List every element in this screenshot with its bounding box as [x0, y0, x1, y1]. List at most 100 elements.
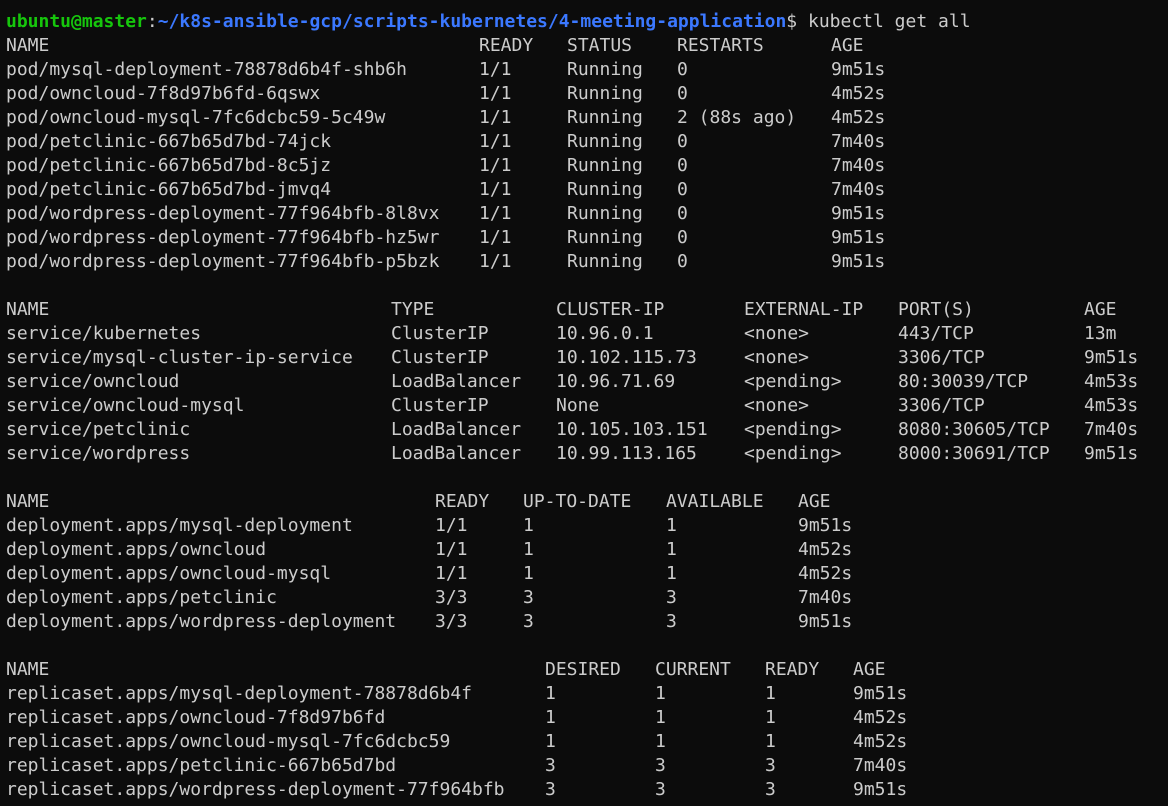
services-cell: ClusterIP — [391, 395, 489, 416]
services-cell: 9m51s — [1084, 443, 1139, 464]
deployments-cell: deployment.apps/wordpress-deployment — [6, 611, 397, 632]
replicasets-cell: replicaset.apps/owncloud-7f8d97b6fd — [6, 707, 386, 728]
replicasets-cell: 3 — [545, 779, 556, 800]
deployments-cell: 3 — [523, 611, 534, 632]
services-column-header: EXTERNAL-IP — [744, 299, 864, 320]
deployments-cell: 1 — [523, 515, 534, 536]
pods-row: pod/wordpress-deployment-77f964bfb-hz5wr… — [6, 226, 1168, 250]
deployments-cell: 9m51s — [798, 611, 853, 632]
replicasets-cell: 1 — [655, 707, 666, 728]
replicasets-row: replicaset.apps/owncloud-7f8d97b6fd 1 1 1 4m… — [6, 706, 1168, 730]
replicasets-column-header: AGE — [853, 659, 886, 680]
pods-cell: pod/wordpress-deployment-77f964bfb-p5bzk — [6, 251, 440, 272]
prompt-separator: : — [146, 11, 158, 32]
services-cell: service/wordpress — [6, 443, 191, 464]
prompt-host: master — [81, 11, 147, 32]
deployments-column-header: AGE — [798, 491, 831, 512]
services-cell: 9m51s — [1084, 347, 1139, 368]
services-cell: ClusterIP — [391, 347, 489, 368]
pods-cell: 9m51s — [831, 59, 886, 80]
services-row: service/petclinic LoadBalancer 10.105.103.… — [6, 418, 1168, 442]
pods-cell: 1/1 — [479, 155, 512, 176]
deployments-cell: deployment.apps/petclinic — [6, 587, 277, 608]
replicasets-cell: replicaset.apps/owncloud-mysql-7fc6dcbc5… — [6, 731, 451, 752]
deployments-cell: 3/3 — [435, 611, 468, 632]
replicasets-row: replicaset.apps/mysql-deployment-78878d6… — [6, 682, 1168, 706]
pods-cell: 9m51s — [831, 203, 886, 224]
deployments-cell: 1 — [523, 563, 534, 584]
services-cell: service/mysql-cluster-ip-service — [6, 347, 353, 368]
services-cell: 10.102.115.73 — [556, 347, 697, 368]
replicasets-cell: 3 — [655, 779, 666, 800]
deployments-cell: 3 — [666, 611, 677, 632]
pods-cell: Running — [567, 179, 643, 200]
pods-cell: 1/1 — [479, 59, 512, 80]
services-header-row: NAME TYPE CLUSTER-IP EXTERNAL-IP PORT(S) AGE — [6, 298, 1168, 322]
prompt-path: ~/k8s-ansible-gcp/scripts-kubernetes/4-m… — [157, 11, 787, 32]
deployments-header-row: NAME READY UP-TO-DATE AVAILABLE AGE — [6, 490, 1168, 514]
pods-cell: pod/wordpress-deployment-77f964bfb-8l8vx — [6, 203, 440, 224]
pods-cell: 0 — [677, 251, 688, 272]
replicasets-cell: 7m40s — [853, 755, 908, 776]
deployments-column-header: NAME — [6, 491, 50, 512]
deployments-cell: 4m52s — [798, 539, 853, 560]
pods-row: pod/petclinic-667b65d7bd-74jck 1/1 Running… — [6, 130, 1168, 154]
services-cell: None — [556, 395, 600, 416]
deployments-cell: 3 — [666, 587, 677, 608]
replicasets-cell: 4m52s — [853, 707, 908, 728]
replicasets-cell: 9m51s — [853, 683, 908, 704]
pods-cell: 0 — [677, 227, 688, 248]
pods-column-header: RESTARTS — [677, 35, 764, 56]
services-cell: <pending> — [744, 419, 842, 440]
pods-column-header: AGE — [831, 35, 864, 56]
pods-row: pod/mysql-deployment-78878d6b4f-shb6h 1/1… — [6, 58, 1168, 82]
services-cell: 13m — [1084, 323, 1117, 344]
pods-cell: pod/mysql-deployment-78878d6b4f-shb6h — [6, 59, 407, 80]
pods-cell: 7m40s — [831, 179, 886, 200]
replicasets-cell: 3 — [765, 779, 776, 800]
services-cell: service/kubernetes — [6, 323, 202, 344]
services-column-header: PORT(S) — [898, 299, 974, 320]
pods-cell: 0 — [677, 179, 688, 200]
pods-cell: 0 — [677, 83, 688, 104]
pods-row: pod/owncloud-7f8d97b6fd-6qswx 1/1 Running 0… — [6, 82, 1168, 106]
services-row: service/mysql-cluster-ip-service ClusterI… — [6, 346, 1168, 370]
deployments-cell: deployment.apps/owncloud-mysql — [6, 563, 332, 584]
services-cell: 8080:30605/TCP — [898, 419, 1050, 440]
deployments-row: deployment.apps/owncloud 1/1 1 1 4m52s — [6, 538, 1168, 562]
deployments-cell: 1 — [666, 563, 677, 584]
replicasets-cell: 9m51s — [853, 779, 908, 800]
replicasets-row: replicaset.apps/petclinic-667b65d7bd 3 3 3 7… — [6, 754, 1168, 778]
deployments-cell: 1 — [666, 515, 677, 536]
services-cell: 10.96.0.1 — [556, 323, 654, 344]
terminal-window[interactable]: ubuntu@master:~/k8s-ansible-gcp/scripts-… — [0, 0, 1168, 806]
prompt-at: @ — [71, 11, 82, 32]
services-row: service/owncloud LoadBalancer 10.96.71.69 <… — [6, 370, 1168, 394]
services-cell: <pending> — [744, 371, 842, 392]
pods-cell: pod/petclinic-667b65d7bd-8c5jz — [6, 155, 332, 176]
pods-cell: 1/1 — [479, 251, 512, 272]
pods-cell: Running — [567, 59, 643, 80]
pods-header-row: NAME READY STATUS RESTARTS AGE — [6, 34, 1168, 58]
pods-row: pod/wordpress-deployment-77f964bfb-8l8vx… — [6, 202, 1168, 226]
prompt-dollar: $ — [786, 11, 798, 32]
pods-row: pod/petclinic-667b65d7bd-8c5jz 1/1 Running… — [6, 154, 1168, 178]
services-cell: LoadBalancer — [391, 419, 522, 440]
replicasets-cell: 1 — [765, 731, 776, 752]
services-cell: LoadBalancer — [391, 371, 522, 392]
deployments-column-header: AVAILABLE — [666, 491, 764, 512]
pods-cell: pod/petclinic-667b65d7bd-jmvq4 — [6, 179, 332, 200]
deployments-cell: deployment.apps/owncloud — [6, 539, 267, 560]
deployments-cell: 3/3 — [435, 587, 468, 608]
pods-cell: pod/petclinic-667b65d7bd-74jck — [6, 131, 332, 152]
replicasets-row: replicaset.apps/wordpress-deployment-77f… — [6, 778, 1168, 802]
replicasets-cell: 1 — [655, 683, 666, 704]
deployments-cell: 7m40s — [798, 587, 853, 608]
services-row: service/owncloud-mysql ClusterIP None <none… — [6, 394, 1168, 418]
services-column-header: NAME — [6, 299, 50, 320]
replicasets-column-header: CURRENT — [655, 659, 731, 680]
replicasets-cell: 1 — [765, 683, 776, 704]
prompt-line: ubuntu@master:~/k8s-ansible-gcp/scripts-… — [6, 10, 1168, 34]
prompt-user: ubuntu — [6, 11, 72, 32]
replicasets-column-header: READY — [765, 659, 820, 680]
